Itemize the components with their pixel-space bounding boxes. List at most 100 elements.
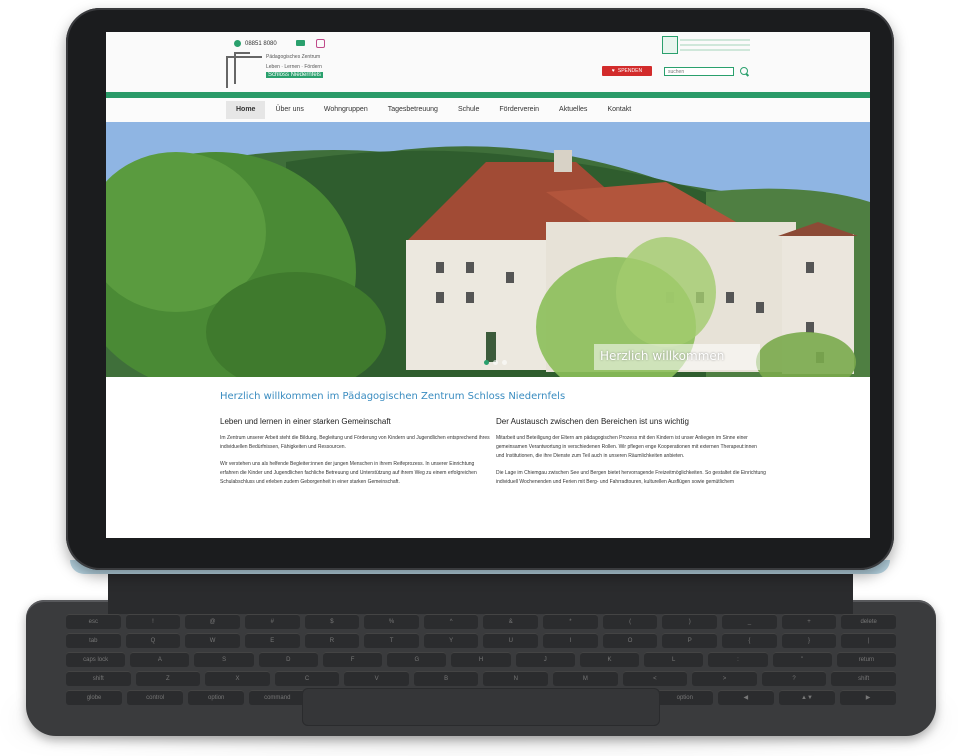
keyboard-key[interactable]: W — [185, 633, 240, 648]
main-navigation: Home Über uns Wohngruppen Tagesbetreuung… — [106, 98, 870, 122]
keyboard-row-4: shift Z X C V B N M < >? shift — [66, 671, 896, 686]
keyboard-key[interactable]: C — [274, 671, 340, 686]
keyboard-key[interactable]: option — [656, 690, 713, 705]
keyboard-key[interactable]: command — [249, 690, 306, 705]
keyboard-key[interactable]: * — [543, 614, 598, 629]
trackpad[interactable] — [302, 688, 660, 726]
nav-item-tagesbetreuung[interactable]: Tagesbetreuung — [378, 101, 448, 119]
keyboard-key[interactable]: B — [413, 671, 479, 686]
nav-item-wohngruppen[interactable]: Wohngruppen — [314, 101, 378, 119]
mail-icon[interactable] — [296, 40, 305, 46]
keyboard-key[interactable]: shift — [831, 671, 896, 686]
paragraph: Wir verstehen uns als helfende Begleiter… — [220, 461, 477, 485]
nav-item-home[interactable]: Home — [226, 101, 266, 119]
slider-dot[interactable] — [484, 360, 489, 365]
keyboard-key[interactable]: ( — [602, 614, 658, 629]
keyboard: esc! @ # $% ^ & * () _ + delete tab Q W E R T Y U I O P {} | c… — [26, 600, 936, 736]
keyboard-key[interactable]: N — [483, 671, 549, 686]
keyboard-key[interactable]: D — [258, 652, 318, 667]
phone-icon — [234, 40, 241, 47]
keyboard-key[interactable]: globe — [66, 690, 123, 705]
hero-slider[interactable]: Herzlich willkommen — [106, 122, 870, 377]
keyboard-key[interactable]: L — [644, 652, 704, 667]
keyboard-key[interactable]: " — [772, 652, 832, 667]
hero-image — [106, 122, 870, 377]
slider-dots — [484, 360, 507, 365]
keyboard-key[interactable]: _ — [722, 614, 777, 629]
keyboard-key[interactable]: J — [515, 652, 575, 667]
nav-item-kontakt[interactable]: Kontakt — [597, 101, 641, 119]
keyboard-key[interactable]: O — [602, 633, 658, 648]
keyboard-key[interactable]: # — [244, 614, 300, 629]
keyboard-key[interactable]: ^ — [423, 614, 479, 629]
site-header: 08851 8080 Pädagogisches Zentrum Leben ·… — [106, 32, 870, 94]
keyboard-key[interactable]: option — [188, 690, 245, 705]
keyboard-key[interactable]: T — [364, 633, 419, 648]
keyboard-key[interactable]: < — [622, 671, 688, 686]
keyboard-key[interactable]: G — [387, 652, 447, 667]
keyboard-key[interactable]: caps lock — [66, 652, 126, 667]
paragraph: Mitarbeit und Beteiligung der Eltern am … — [496, 435, 757, 459]
keyboard-key[interactable]: & — [483, 614, 539, 629]
keyboard-key[interactable]: S — [194, 652, 254, 667]
keyboard-key[interactable]: delete — [841, 614, 896, 629]
keyboard-key[interactable]: ▶ — [839, 690, 897, 705]
keyboard-key[interactable]: > — [692, 671, 757, 686]
keyboard-key[interactable]: : — [708, 652, 768, 667]
paragraph: Im Zentrum unserer Arbeit steht die Bild… — [220, 435, 490, 450]
keyboard-key[interactable]: Y — [423, 633, 479, 648]
keyboard-key[interactable]: I — [543, 633, 598, 648]
search-input[interactable]: suchen — [664, 67, 734, 76]
keyboard-key[interactable]: K — [579, 652, 640, 667]
keyboard-key[interactable]: Q — [125, 633, 181, 648]
nav-item-schule[interactable]: Schule — [448, 101, 489, 119]
keyboard-key[interactable]: $ — [304, 614, 360, 629]
keyboard-row-3: caps lock A S D F G H J K L: " return — [66, 652, 897, 667]
nav-item-foerderverein[interactable]: Förderverein — [489, 101, 549, 119]
keyboard-key[interactable]: ▲▼ — [778, 690, 835, 705]
keyboard-key[interactable]: X — [205, 671, 270, 686]
slider-dot[interactable] — [493, 360, 498, 365]
keyboard-key[interactable]: ) — [662, 614, 718, 629]
keyboard-key[interactable]: + — [781, 614, 837, 629]
donate-button[interactable]: ♥ SPENDEN — [602, 66, 652, 76]
keyboard-key[interactable]: return — [836, 652, 897, 667]
keyboard-key[interactable]: control — [127, 690, 184, 705]
phone-contact[interactable]: 08851 8080 — [234, 40, 277, 47]
content-column-right: Der Austausch zwischen den Bereichen ist… — [496, 417, 766, 495]
badge-line — [680, 44, 750, 46]
slider-dot[interactable] — [502, 360, 507, 365]
keyboard-key[interactable]: A — [130, 652, 190, 667]
keyboard-key[interactable]: @ — [185, 614, 240, 629]
site-logo[interactable]: Pädagogisches Zentrum Leben · Lernen · F… — [226, 52, 336, 92]
keyboard-key[interactable]: ! — [125, 614, 181, 629]
keyboard-key[interactable]: Z — [135, 671, 201, 686]
keyboard-key[interactable]: V — [344, 671, 409, 686]
keyboard-key[interactable]: shift — [66, 671, 131, 686]
keyboard-key[interactable]: esc — [66, 614, 121, 629]
logo-line-3: Schloss Niedernfels — [266, 72, 324, 78]
keyboard-key[interactable]: E — [244, 633, 300, 648]
search-icon[interactable] — [740, 67, 748, 75]
keyboard-key[interactable]: | — [841, 633, 896, 648]
keyboard-key[interactable]: ◀ — [717, 690, 774, 705]
heart-icon: ♥ — [611, 68, 615, 74]
keyboard-key[interactable]: H — [451, 652, 511, 667]
instagram-icon[interactable] — [316, 39, 325, 48]
keyboard-key[interactable]: U — [483, 633, 539, 648]
keyboard-key[interactable]: % — [364, 614, 419, 629]
keyboard-key[interactable]: tab — [66, 633, 121, 648]
keyboard-key[interactable]: ? — [761, 671, 827, 686]
keyboard-key[interactable]: R — [304, 633, 360, 648]
keyboard-key[interactable]: { — [722, 633, 777, 648]
nav-item-aktuelles[interactable]: Aktuelles — [549, 101, 597, 119]
keyboard-key[interactable]: F — [322, 652, 383, 667]
keyboard-key[interactable]: } — [781, 633, 837, 648]
keyboard-row-2: tab Q W E R T Y U I O P {} | — [66, 633, 896, 648]
badge-line — [680, 39, 750, 41]
certification-badge — [662, 36, 754, 54]
keyboard-key[interactable]: P — [662, 633, 718, 648]
keyboard-key[interactable]: M — [553, 671, 618, 686]
nav-item-ueber-uns[interactable]: Über uns — [265, 101, 313, 119]
logo-house-icon — [226, 52, 262, 88]
